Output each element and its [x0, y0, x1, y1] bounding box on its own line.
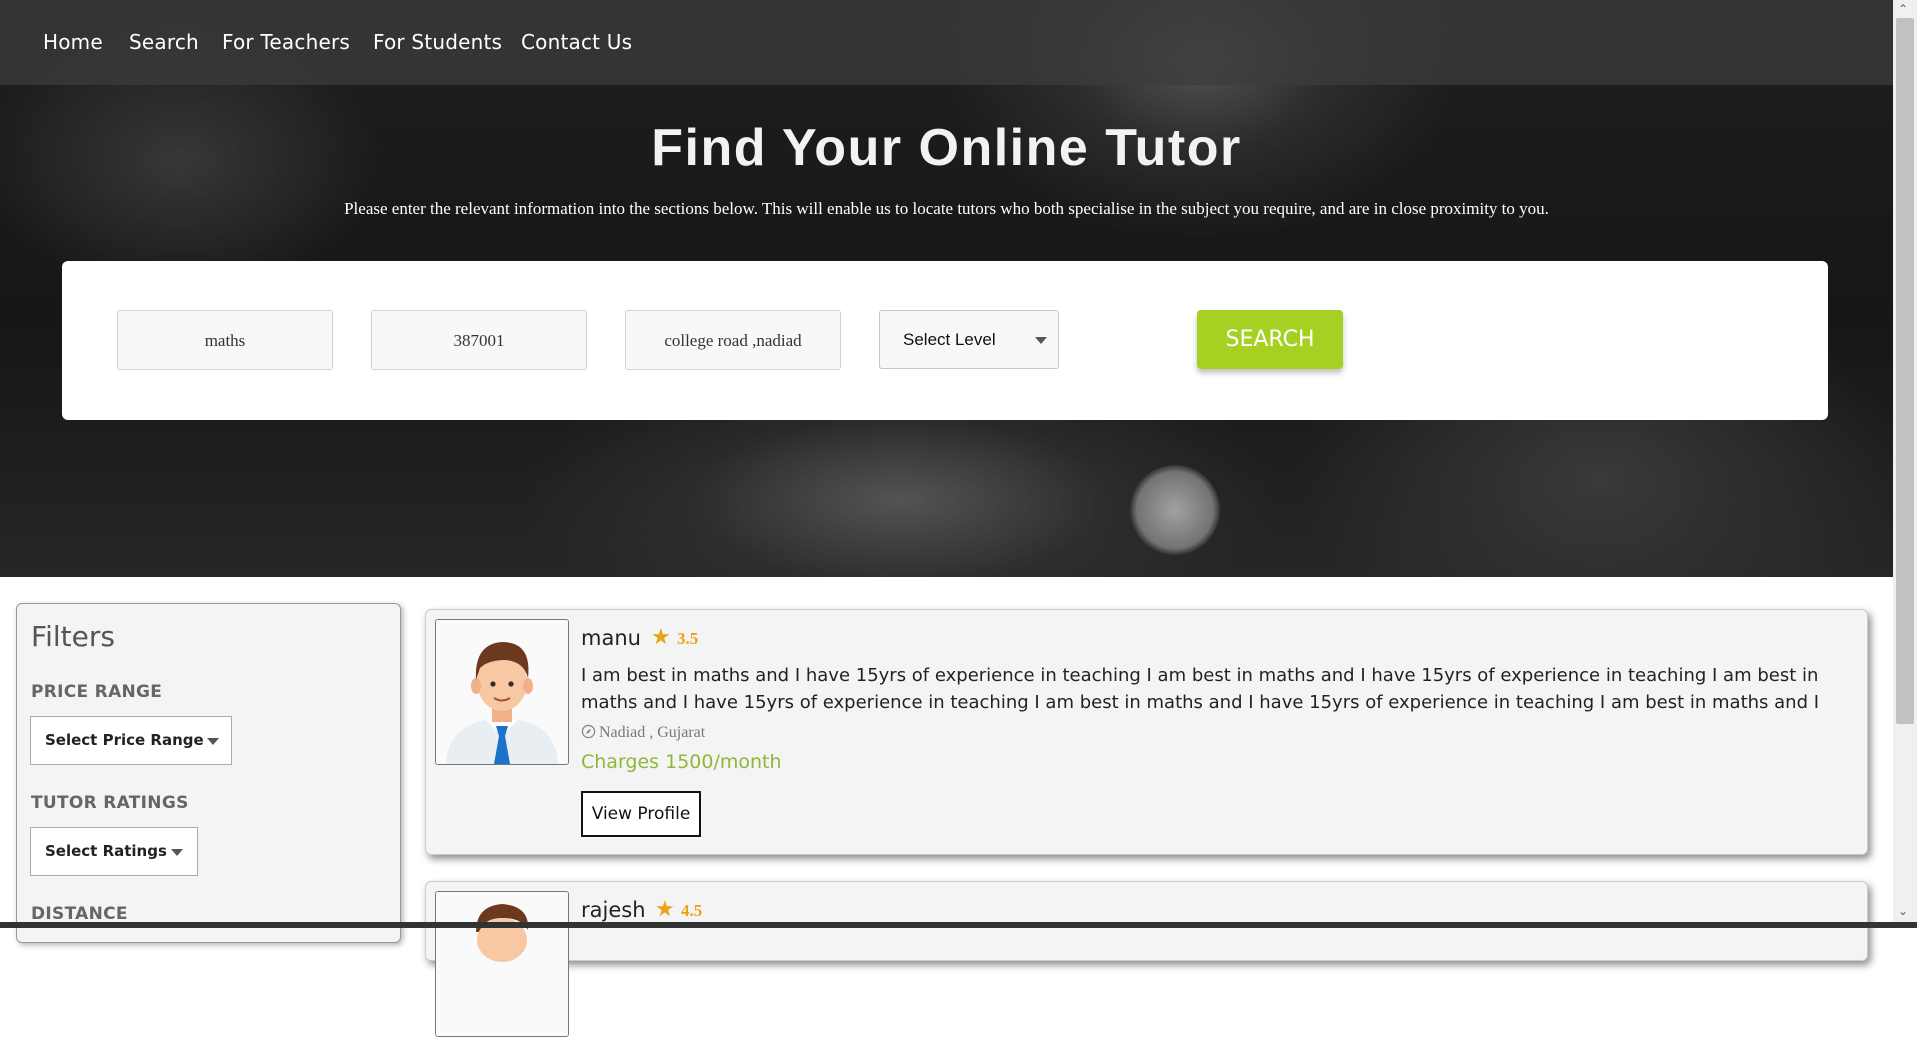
- filters-panel: Filters PRICE RANGE Select Price Range T…: [16, 603, 401, 943]
- subject-input[interactable]: maths: [117, 310, 333, 370]
- caret-down-icon: [207, 738, 219, 745]
- nav-contact-us-link[interactable]: Contact Us: [521, 30, 632, 54]
- distance-label: DISTANCE: [31, 904, 128, 924]
- price-range-select[interactable]: Select Price Range: [30, 716, 232, 765]
- price-range-label: PRICE RANGE: [31, 682, 163, 702]
- top-navigation: Home Search For Teachers For Students Co…: [0, 0, 1893, 85]
- tutor-avatar[interactable]: [435, 891, 569, 1037]
- tutor-charges: Charges 1500/month: [581, 751, 782, 773]
- tutor-rating: 4.5: [681, 901, 703, 920]
- caret-down-icon: [1035, 337, 1047, 344]
- page-title: Find Your Online Tutor: [651, 119, 1242, 177]
- tutor-ratings-label: TUTOR RATINGS: [31, 793, 189, 813]
- scrollbar-thumb[interactable]: [1896, 18, 1914, 724]
- tutor-rating: 3.5: [677, 629, 699, 648]
- compass-icon: [581, 724, 596, 739]
- search-form: maths 387001 college road ,nadiad Select…: [62, 261, 1828, 420]
- nav-for-teachers-link[interactable]: For Teachers: [222, 30, 350, 54]
- tutor-avatar[interactable]: [435, 619, 569, 765]
- caret-down-icon: [171, 849, 183, 856]
- tutor-location: Nadiad , Gujarat: [599, 724, 706, 741]
- page-subtitle: Please enter the relevant information in…: [344, 199, 1549, 218]
- scroll-up-arrow-icon[interactable]: ⌃: [1898, 2, 1908, 16]
- level-select-label: Select Level: [903, 330, 996, 349]
- avatar-image: [436, 620, 568, 764]
- avatar-image: [436, 892, 568, 1036]
- tutor-location-row: Nadiad , Gujarat: [581, 724, 705, 742]
- ratings-select[interactable]: Select Ratings: [30, 827, 198, 876]
- filters-title: Filters: [31, 620, 115, 653]
- tutor-name[interactable]: manu: [581, 626, 641, 650]
- search-button[interactable]: SEARCH: [1197, 310, 1343, 369]
- tutor-description: I am best in maths and I have 15yrs of e…: [581, 665, 1820, 713]
- hero-banner: Home Search For Teachers For Students Co…: [0, 0, 1893, 577]
- ratings-select-label: Select Ratings: [45, 842, 167, 860]
- star-icon: ★: [651, 624, 671, 649]
- price-range-select-label: Select Price Range: [45, 731, 204, 749]
- bottom-edge-bar: [0, 922, 1917, 928]
- view-profile-button[interactable]: View Profile: [581, 791, 701, 837]
- address-input[interactable]: college road ,nadiad: [625, 310, 841, 370]
- star-icon: ★: [655, 896, 675, 921]
- tutor-name[interactable]: rajesh: [581, 898, 646, 922]
- tutor-card: manu ★ 3.5 I am best in maths and I have…: [425, 609, 1868, 855]
- pincode-input[interactable]: 387001: [371, 310, 587, 370]
- scroll-down-arrow-icon[interactable]: ⌄: [1898, 904, 1908, 918]
- nav-search-link[interactable]: Search: [129, 30, 199, 54]
- tutor-card: rajesh ★ 4.5: [425, 881, 1868, 1037]
- nav-for-students-link[interactable]: For Students: [373, 30, 502, 54]
- nav-home-link[interactable]: Home: [43, 30, 103, 54]
- level-select[interactable]: Select Level: [879, 310, 1059, 369]
